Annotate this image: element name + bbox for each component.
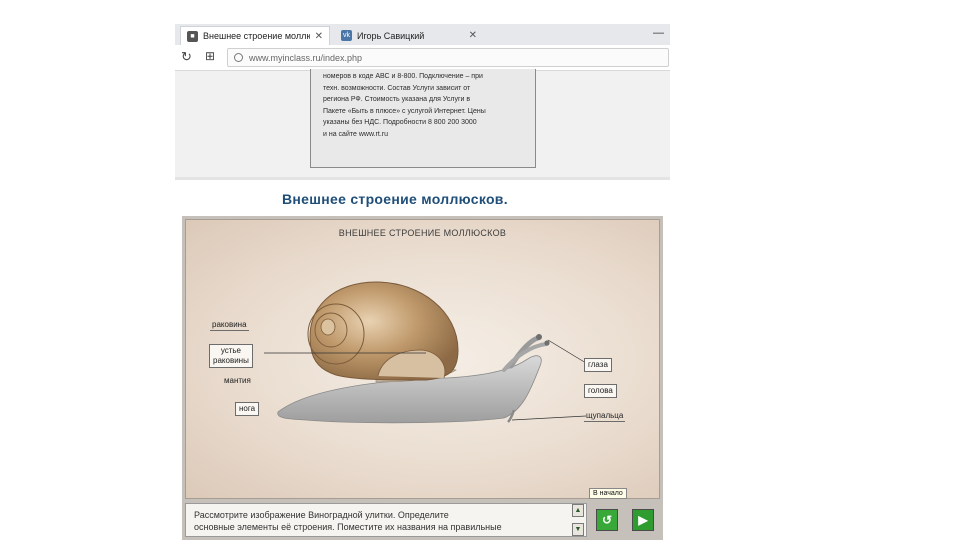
instruction-line: основные элементы её строения. Поместите… bbox=[194, 522, 502, 532]
next-button[interactable]: ▶ bbox=[632, 509, 654, 531]
browser-tab-bar: ■ Внешнее строение моллю ✕ vk Игорь Сави… bbox=[175, 24, 670, 45]
globe-icon bbox=[234, 53, 243, 62]
instruction-panel: Рассмотрите изображение Виноградной улит… bbox=[185, 503, 587, 537]
ad-line: и на сайте www.rt.ru bbox=[323, 130, 388, 138]
page-favicon-icon: ■ bbox=[187, 30, 198, 42]
ad-line: указаны без НДС. Подробности 8 800 200 3… bbox=[323, 119, 477, 126]
close-tab-icon[interactable]: ✕ bbox=[315, 31, 323, 42]
page-title: Внешнее строение моллюсков. bbox=[282, 191, 508, 207]
exercise-frame: ВНЕШНЕЕ СТРОЕНИЕ МОЛЛЮСКОВ раковина усть… bbox=[182, 216, 663, 540]
snail-scene: ВНЕШНЕЕ СТРОЕНИЕ МОЛЛЮСКОВ раковина усть… bbox=[185, 219, 660, 499]
ad-banner[interactable]: номеров в коде АВС и 8-800. Подключение … bbox=[310, 69, 536, 168]
restart-icon: ↺ bbox=[601, 513, 613, 527]
address-bar: ↻ ⊞ www.myinclass.ru/index.php bbox=[175, 45, 670, 71]
ad-line: Пакете «Быть в плюсе» с услугой Интернет… bbox=[323, 107, 486, 115]
tab-active[interactable]: ■ Внешнее строение моллю ✕ bbox=[180, 26, 330, 45]
scroll-up-icon[interactable]: ▲ bbox=[572, 504, 584, 517]
reload-icon[interactable]: ↻ bbox=[181, 49, 192, 65]
eye bbox=[544, 340, 550, 346]
label-text: устье bbox=[220, 346, 242, 355]
page-content: номеров в коде АВС и 8-800. Подключение … bbox=[175, 69, 670, 177]
minimize-window-icon[interactable]: — bbox=[653, 27, 664, 39]
ad-line: номеров в коде АВС и 8-800. Подключение … bbox=[323, 73, 483, 80]
divider bbox=[175, 177, 670, 180]
pointer-line bbox=[547, 339, 587, 364]
label-mantle[interactable]: мантия bbox=[222, 376, 253, 386]
label-eyes[interactable]: глаза bbox=[584, 358, 612, 372]
tab-vk[interactable]: vk Игорь Савицкий ✕ bbox=[335, 26, 483, 45]
eye bbox=[536, 334, 542, 340]
scroll-down-icon[interactable]: ▼ bbox=[572, 523, 584, 536]
play-icon: ▶ bbox=[638, 513, 648, 527]
vk-favicon-icon: vk bbox=[341, 30, 352, 41]
label-tentacles[interactable]: щупальца bbox=[584, 411, 626, 422]
url-text: www.myinclass.ru/index.php bbox=[249, 52, 363, 63]
pointer-line bbox=[511, 415, 587, 421]
tab-label: Игорь Савицкий bbox=[357, 30, 425, 41]
label-foot[interactable]: нога bbox=[235, 402, 260, 416]
home-tooltip: В начало bbox=[589, 488, 627, 499]
ad-line: техн. возможности. Состав Услуги зависит… bbox=[323, 84, 471, 92]
instruction-line: Рассмотрите изображение Виноградной улит… bbox=[194, 510, 449, 520]
home-button[interactable]: ↺ bbox=[596, 509, 618, 531]
label-text: раковины bbox=[213, 356, 249, 365]
apps-grid-icon[interactable]: ⊞ bbox=[205, 49, 215, 63]
label-shell[interactable]: раковина bbox=[210, 320, 249, 331]
ad-line: региона РФ. Стоимость указана для Услуги… bbox=[323, 96, 471, 103]
instruction-scrollbar[interactable]: ▲ ▼ bbox=[572, 504, 584, 536]
url-field[interactable]: www.myinclass.ru/index.php bbox=[227, 48, 669, 67]
close-tab-icon[interactable]: ✕ bbox=[469, 30, 477, 41]
label-shell-mouth[interactable]: устье раковины bbox=[209, 344, 253, 368]
label-head[interactable]: голова bbox=[584, 384, 617, 398]
tab-label: Внешнее строение моллю bbox=[203, 31, 310, 41]
shell-whorl bbox=[320, 318, 336, 336]
